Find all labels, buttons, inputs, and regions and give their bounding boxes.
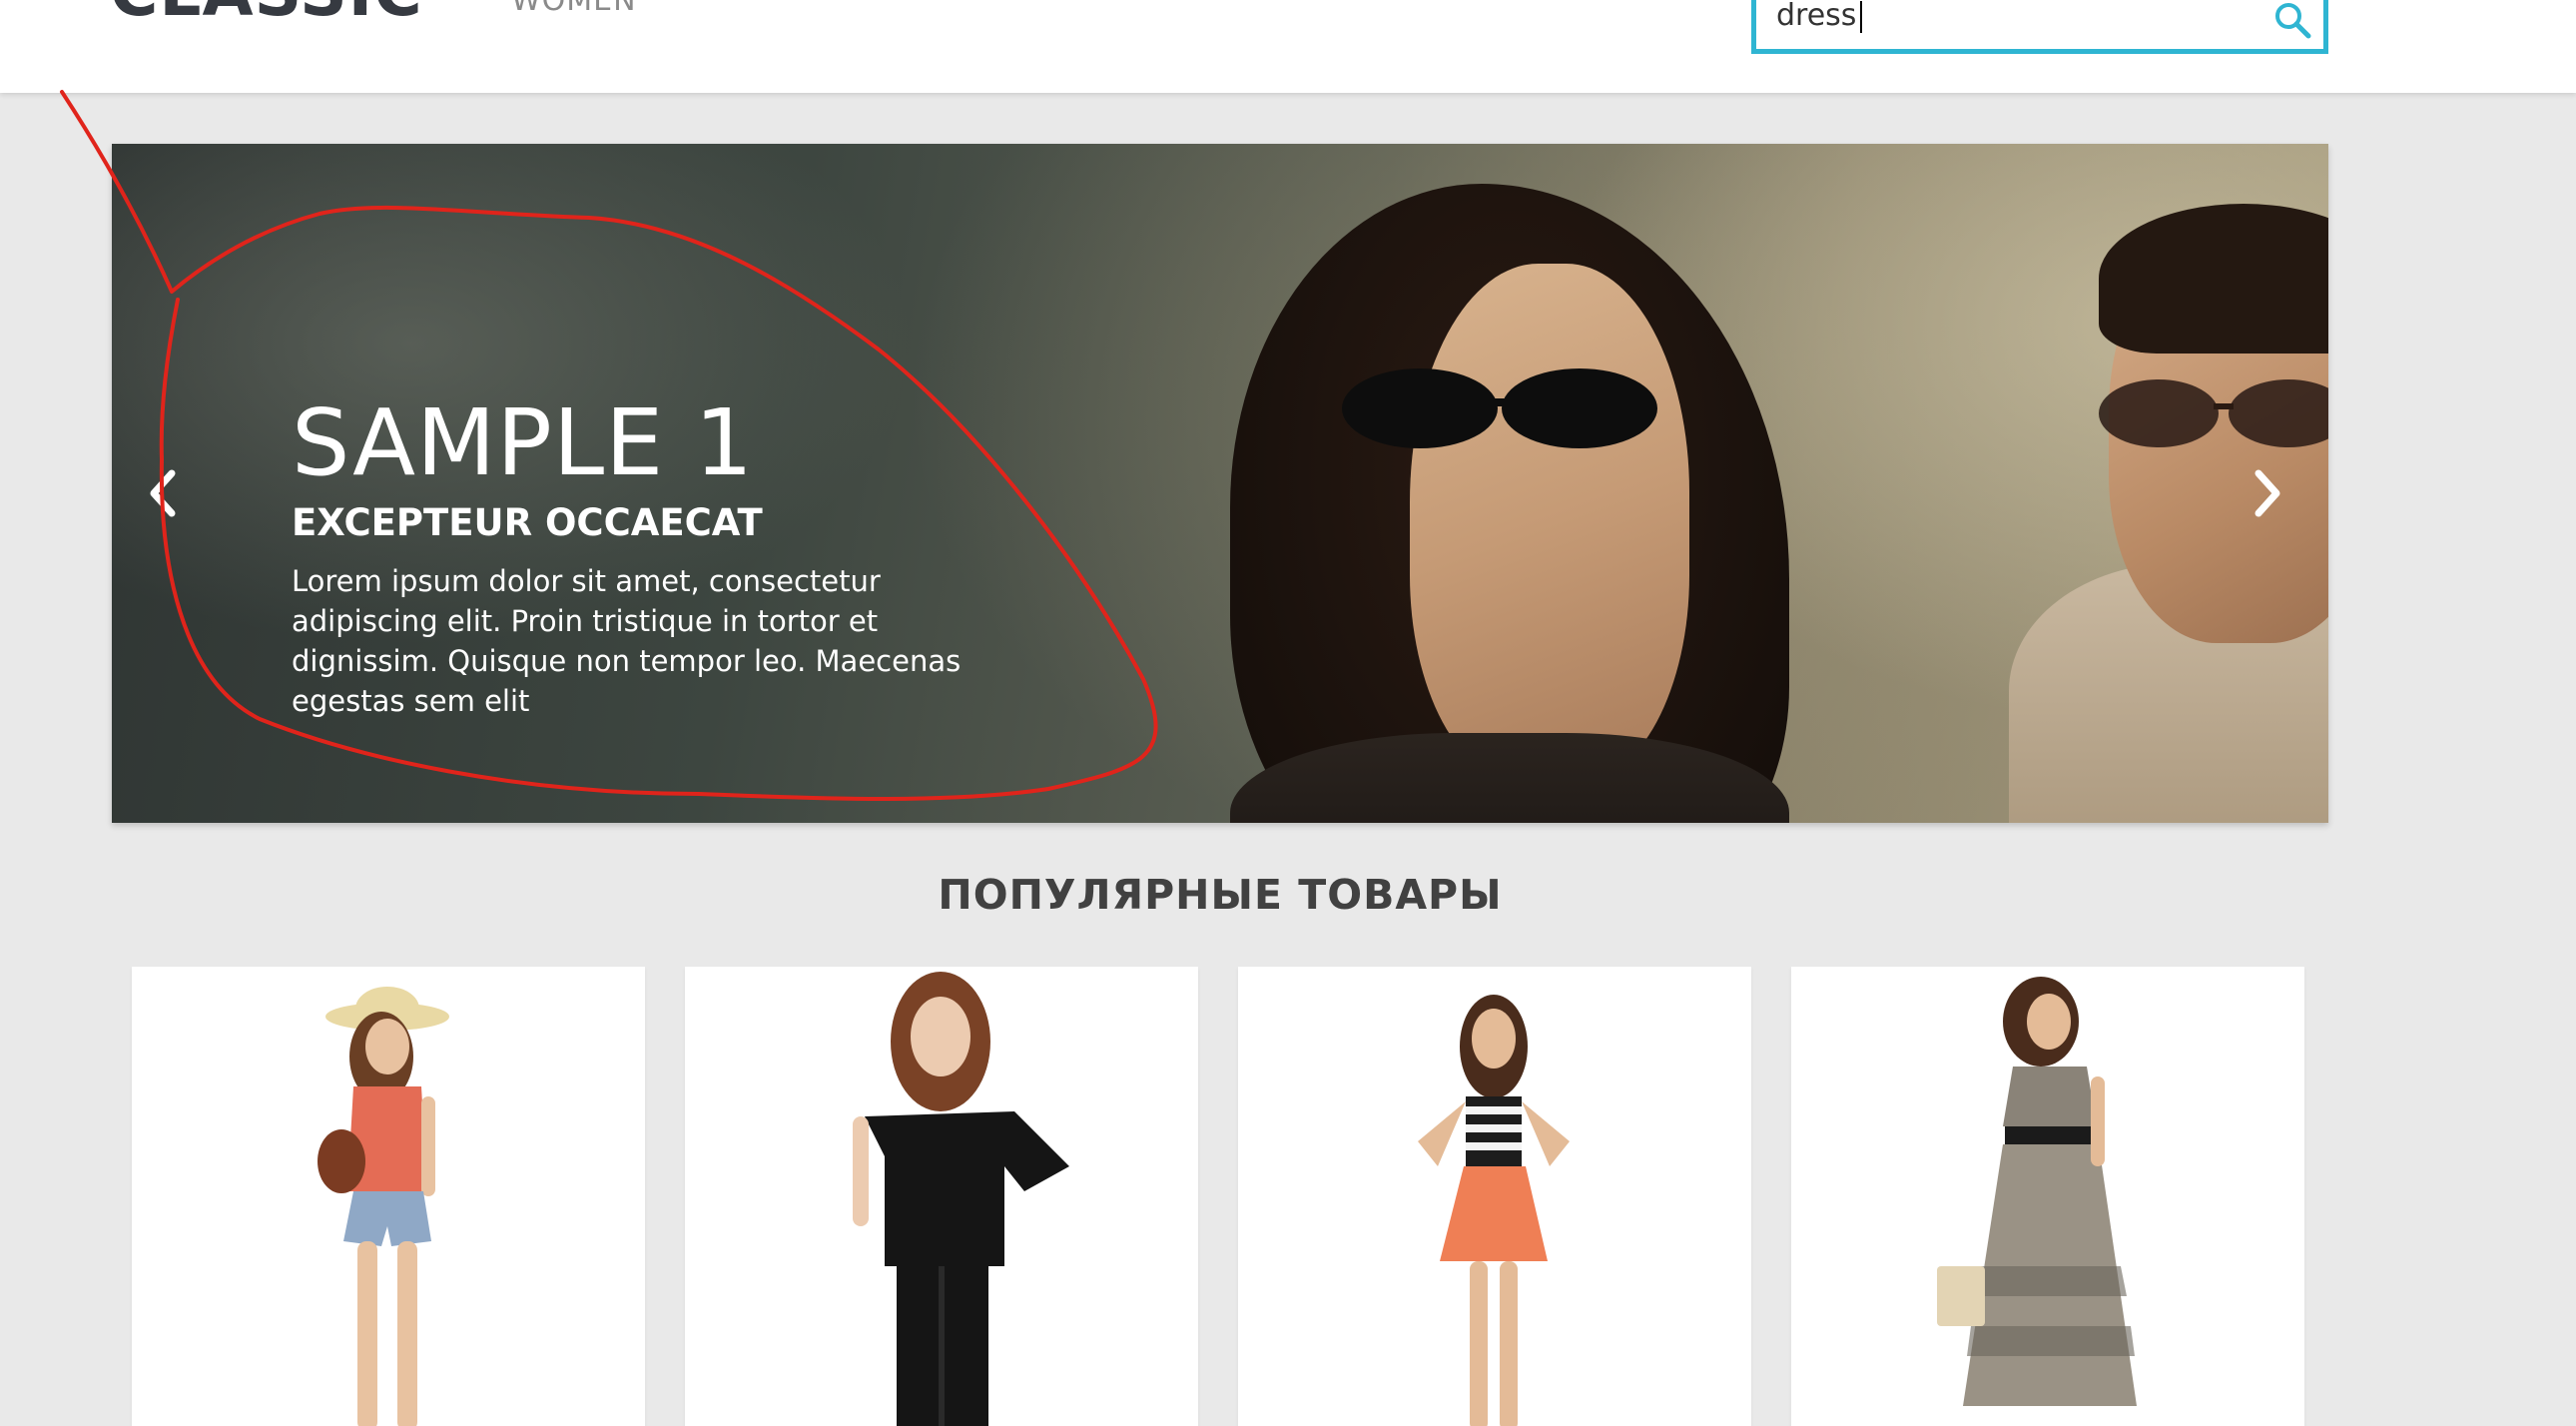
site-logo[interactable]: CLASSIC <box>110 0 423 26</box>
search-widget <box>1751 0 2328 54</box>
slide-photo-woman-sunglasses <box>1342 368 1657 448</box>
slide-photo-woman-face <box>1410 264 1689 783</box>
popular-products-title: ПОПУЛЯРНЫЕ ТОВАРЫ <box>938 871 1503 919</box>
product-image-3 <box>1418 995 1570 1426</box>
slide-description: Lorem ipsum dolor sit amet, consectetur … <box>292 564 962 718</box>
product-image-2 <box>853 972 1069 1426</box>
product-card[interactable] <box>1238 967 1751 1426</box>
chevron-left-icon[interactable] <box>142 463 182 523</box>
slide-subtitle: EXCEPTEUR OCCAECAT <box>292 501 763 544</box>
product-image-1 <box>318 987 449 1426</box>
slide-photo-man-sunglasses <box>2099 379 2328 447</box>
product-card[interactable] <box>132 967 645 1426</box>
slide-caption: SAMPLE 1 EXCEPTEUR OCCAECAT Lorem ipsum … <box>292 393 1010 721</box>
chevron-right-icon[interactable] <box>2249 463 2288 523</box>
slide-title: SAMPLE 1 <box>292 389 755 496</box>
product-card[interactable] <box>1791 967 2304 1426</box>
product-card[interactable] <box>685 967 1198 1426</box>
search-input[interactable] <box>1776 0 2246 31</box>
product-image-4 <box>1937 977 2137 1406</box>
text-caret <box>1860 1 1862 33</box>
slide-photo-man-hair <box>2099 204 2328 354</box>
nav-item-women[interactable]: WOMEN <box>511 0 637 16</box>
hero-slider: SAMPLE 1 EXCEPTEUR OCCAECAT Lorem ipsum … <box>112 144 2328 823</box>
site-header: CLASSIC WOMEN <box>0 0 2576 93</box>
search-icon[interactable] <box>2271 0 2315 43</box>
